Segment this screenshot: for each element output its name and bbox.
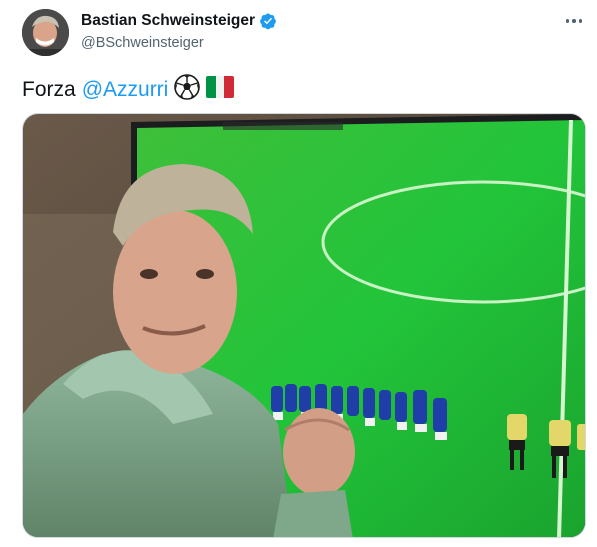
- avatar[interactable]: [22, 9, 69, 56]
- soccer-ball-icon: [174, 74, 201, 106]
- tweet-text-prefix: Forza: [22, 78, 76, 101]
- more-horizontal-icon: [565, 19, 570, 23]
- italy-flag-icon: [206, 76, 235, 104]
- tweet-photo[interactable]: [22, 113, 586, 538]
- verified-badge-icon: [259, 12, 277, 30]
- tweet-text: Forza @Azzurri: [22, 74, 235, 106]
- mention-link[interactable]: @Azzurri: [82, 78, 169, 102]
- user-handle[interactable]: @BSchweinsteiger: [81, 35, 204, 51]
- tweet-card[interactable]: Bastian Schweinsteiger @BSchweinsteiger …: [0, 0, 597, 547]
- display-name[interactable]: Bastian Schweinsteiger: [81, 12, 255, 30]
- more-options-button[interactable]: [561, 8, 587, 34]
